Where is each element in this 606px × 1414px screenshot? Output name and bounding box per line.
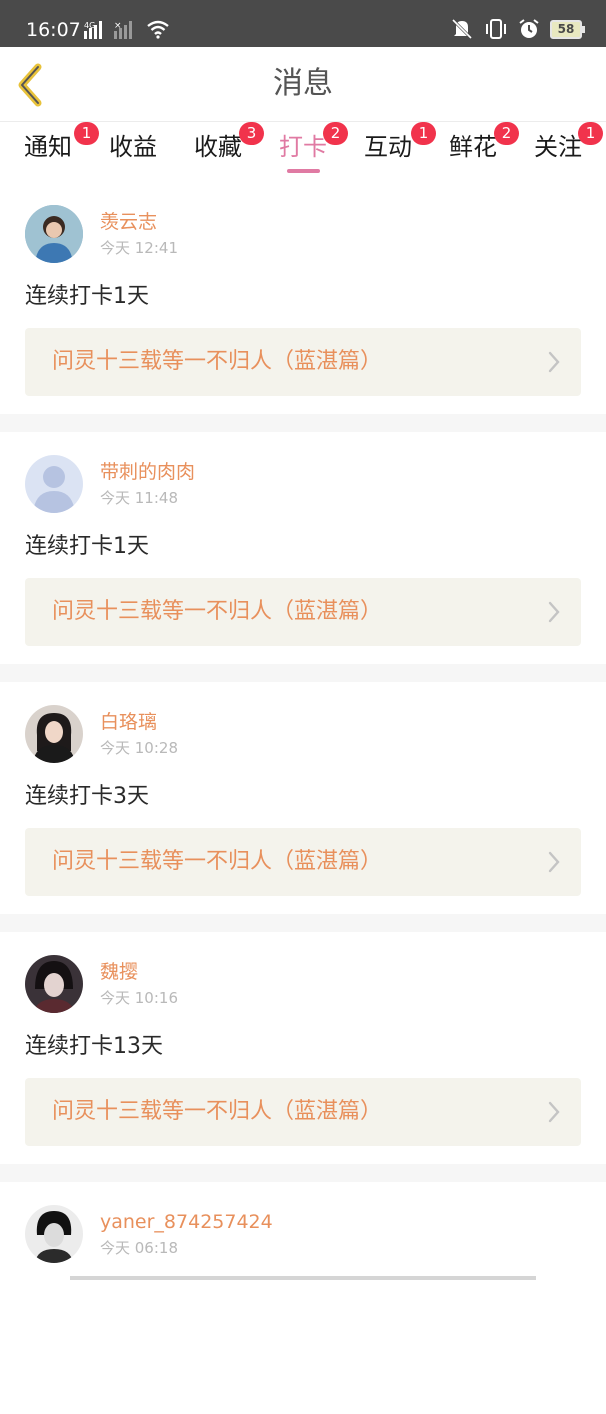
book-title: 问灵十三载等一不归人（蓝湛篇） [52, 599, 383, 624]
tab-flowers[interactable]: 鲜花 2 [449, 122, 519, 164]
checkin-text: 连续打卡3天 [25, 784, 149, 809]
divider [0, 1164, 606, 1182]
checkin-feed: 羡云志 今天 12:41 连续打卡1天 问灵十三载等一不归人（蓝湛篇） 带刺的肉… [0, 182, 606, 1414]
tab-notifications[interactable]: 通知 1 [24, 122, 99, 164]
tab-following[interactable]: 关注 1 [534, 122, 603, 164]
avatar[interactable] [25, 1205, 83, 1263]
battery-indicator: 58 [550, 19, 585, 39]
list-item: 羡云志 今天 12:41 连续打卡1天 问灵十三载等一不归人（蓝湛篇） [0, 182, 606, 414]
chevron-right-icon [548, 601, 560, 623]
top-bar: 消息 [0, 47, 606, 122]
tab-label: 关注 [534, 133, 582, 161]
unread-badge: 2 [494, 122, 519, 145]
avatar[interactable] [25, 205, 83, 263]
book-title: 问灵十三载等一不归人（蓝湛篇） [52, 1099, 383, 1124]
active-tab-indicator [287, 169, 320, 173]
avatar[interactable] [25, 455, 83, 513]
tab-earnings[interactable]: 收益 [109, 130, 157, 164]
tab-favorites[interactable]: 收藏 3 [194, 122, 264, 164]
page-title: 消息 [273, 66, 333, 101]
user-name[interactable]: yaner_874257424 [100, 1210, 273, 1234]
tab-label: 互动 [364, 133, 412, 161]
chevron-right-icon [548, 851, 560, 873]
signal-icon: 4G × [84, 21, 132, 39]
unread-badge: 3 [239, 122, 264, 145]
list-item: 魏撄 今天 10:16 连续打卡13天 问灵十三载等一不归人（蓝湛篇） [0, 932, 606, 1164]
wifi-icon [147, 20, 169, 39]
unread-badge: 1 [74, 122, 99, 145]
mute-icon [451, 18, 473, 40]
unread-badge: 2 [323, 122, 348, 145]
unread-badge: 1 [578, 122, 603, 145]
user-name[interactable]: 带刺的肉肉 [100, 460, 195, 484]
tab-label: 打卡 [279, 133, 327, 161]
list-item: 白珞璃 今天 10:28 连续打卡3天 问灵十三载等一不归人（蓝湛篇） [0, 682, 606, 914]
tab-checkin[interactable]: 打卡 2 [279, 122, 348, 164]
user-name[interactable]: 魏撄 [100, 960, 138, 984]
post-time: 今天 10:28 [100, 739, 178, 757]
tab-label: 收益 [109, 133, 157, 161]
user-name[interactable]: 羡云志 [100, 210, 157, 234]
status-bar: 16:07 4G × 58 [0, 0, 606, 47]
vibrate-icon [486, 19, 506, 39]
divider [0, 914, 606, 932]
post-time: 今天 11:48 [100, 489, 178, 507]
list-item: yaner_874257424 今天 06:18 [0, 1182, 606, 1414]
divider [0, 664, 606, 682]
tab-label: 鲜花 [449, 133, 497, 161]
book-link[interactable]: 问灵十三载等一不归人（蓝湛篇） [25, 328, 581, 396]
alarm-icon [519, 19, 539, 38]
list-item: 带刺的肉肉 今天 11:48 连续打卡1天 问灵十三载等一不归人（蓝湛篇） [0, 432, 606, 664]
avatar[interactable] [25, 705, 83, 763]
post-time: 今天 06:18 [100, 1239, 178, 1257]
unread-badge: 1 [411, 122, 436, 145]
book-link[interactable]: 问灵十三载等一不归人（蓝湛篇） [25, 828, 581, 896]
book-title: 问灵十三载等一不归人（蓝湛篇） [52, 849, 383, 874]
category-tabs: 通知 1 收益 收藏 3 打卡 2 互动 1 鲜花 2 关注 1 [0, 122, 606, 182]
tab-interactions[interactable]: 互动 1 [364, 122, 436, 164]
checkin-text: 连续打卡13天 [25, 1034, 163, 1059]
book-link[interactable]: 问灵十三载等一不归人（蓝湛篇） [25, 578, 581, 646]
post-time: 今天 10:16 [100, 989, 178, 1007]
navigation-hint-bar [70, 1276, 536, 1280]
chevron-right-icon [548, 1101, 560, 1123]
checkin-text: 连续打卡1天 [25, 534, 149, 559]
avatar[interactable] [25, 955, 83, 1013]
chevron-right-icon [548, 351, 560, 373]
post-time: 今天 12:41 [100, 239, 178, 257]
checkin-text: 连续打卡1天 [25, 284, 149, 309]
book-title: 问灵十三载等一不归人（蓝湛篇） [52, 349, 383, 374]
user-name[interactable]: 白珞璃 [100, 710, 157, 734]
status-time: 16:07 [26, 19, 81, 41]
divider [0, 414, 606, 432]
tab-label: 收藏 [194, 133, 242, 161]
book-link[interactable]: 问灵十三载等一不归人（蓝湛篇） [25, 1078, 581, 1146]
tab-label: 通知 [24, 133, 72, 161]
